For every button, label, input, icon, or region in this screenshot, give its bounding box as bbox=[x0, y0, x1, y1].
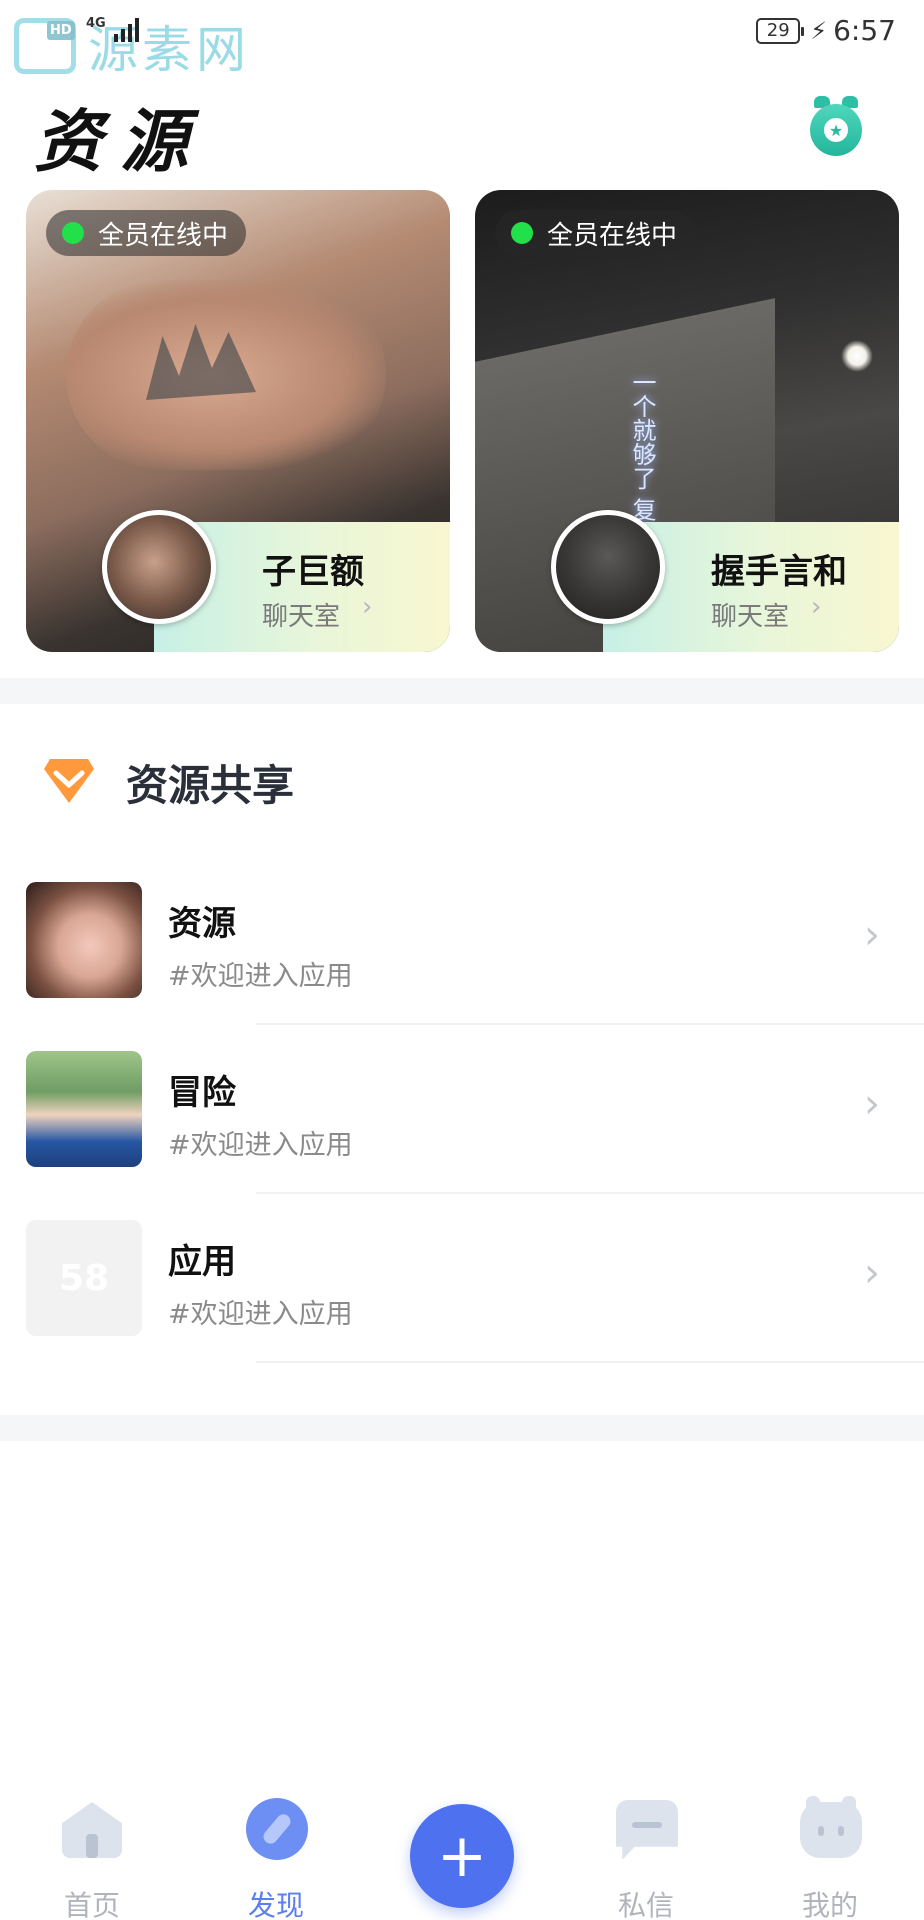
section-divider bbox=[0, 1415, 924, 1441]
item-divider bbox=[256, 1361, 924, 1363]
battery-icon: 29 bbox=[756, 17, 805, 44]
room-subtitle: 聊天室 bbox=[262, 602, 341, 632]
status-right: 29 ⚡ 6:57 bbox=[756, 14, 896, 47]
signal-icon bbox=[114, 18, 139, 42]
hd-badge: HD bbox=[47, 21, 75, 40]
nav-label: 私信 bbox=[617, 1889, 674, 1920]
online-status-text: 全员在线中 bbox=[547, 220, 678, 251]
plus-icon[interactable]: + bbox=[410, 1804, 514, 1908]
nav-label: 首页 bbox=[63, 1889, 120, 1920]
status-bar: HD 源素网 4G 29 ⚡ 6:57 bbox=[0, 0, 924, 79]
item-thumbnail bbox=[26, 882, 142, 998]
room-subtitle: 聊天室 bbox=[711, 602, 790, 632]
nav-label: 我的 bbox=[801, 1889, 858, 1920]
list-item[interactable]: 资源 #欢迎进入应用 › bbox=[0, 882, 924, 1050]
item-divider bbox=[256, 1192, 924, 1194]
chevron-right-icon: › bbox=[362, 592, 373, 622]
compass-icon bbox=[246, 1798, 308, 1860]
item-subtitle: #欢迎进入应用 bbox=[168, 1130, 353, 1161]
section-divider bbox=[0, 678, 924, 704]
chevron-right-icon: › bbox=[864, 912, 880, 958]
item-thumbnail: 58 bbox=[26, 1220, 142, 1336]
online-status-pill: 全员在线中 bbox=[495, 210, 696, 256]
diamond-chevron-icon bbox=[44, 759, 94, 803]
item-subtitle: #欢迎进入应用 bbox=[168, 1299, 353, 1330]
nav-messages[interactable]: 私信 bbox=[586, 1780, 706, 1920]
online-dot-icon bbox=[511, 222, 533, 244]
watermark-text: 源素网 bbox=[88, 21, 250, 79]
item-title: 资源 bbox=[168, 904, 236, 944]
section-title: 资源共享 bbox=[126, 761, 295, 810]
watermark-icon: HD bbox=[14, 18, 76, 74]
item-title: 应用 bbox=[168, 1242, 236, 1282]
online-status-pill: 全员在线中 bbox=[46, 210, 247, 256]
clock-time: 6:57 bbox=[833, 14, 896, 47]
nav-home[interactable]: 首页 bbox=[32, 1780, 152, 1920]
item-divider bbox=[256, 1023, 924, 1025]
room-name: 子巨额 bbox=[262, 552, 364, 592]
nav-label: 发现 bbox=[247, 1889, 304, 1920]
bottom-nav: 首页 发现 + 私信 我的 bbox=[0, 1780, 924, 1920]
room-avatar bbox=[102, 510, 216, 624]
message-icon bbox=[616, 1798, 678, 1860]
list-item[interactable]: 58 应用 #欢迎进入应用 › bbox=[0, 1220, 924, 1388]
room-avatar bbox=[551, 510, 665, 624]
profile-icon bbox=[800, 1796, 862, 1858]
nav-profile[interactable]: 我的 bbox=[770, 1780, 890, 1920]
item-subtitle: #欢迎进入应用 bbox=[168, 961, 353, 992]
list-item[interactable]: 冒险 #欢迎进入应用 › bbox=[0, 1051, 924, 1219]
page-title: 资源 bbox=[34, 102, 207, 182]
chevron-right-icon: › bbox=[811, 592, 822, 622]
chevron-right-icon: › bbox=[864, 1081, 880, 1127]
home-icon bbox=[62, 1798, 122, 1858]
room-card-1[interactable]: 全员在线中 子巨额 聊天室 › bbox=[26, 190, 450, 652]
lamp-light bbox=[841, 340, 873, 372]
online-dot-icon bbox=[62, 222, 84, 244]
online-status-text: 全员在线中 bbox=[98, 220, 229, 251]
nav-discover[interactable]: 发现 bbox=[216, 1780, 336, 1920]
item-title: 冒险 bbox=[168, 1073, 236, 1113]
network-type: 4G bbox=[86, 16, 106, 31]
chevron-right-icon: › bbox=[864, 1250, 880, 1296]
item-thumbnail bbox=[26, 1051, 142, 1167]
room-card-2[interactable]: 一个就够了 复杂世界里 全员在线中 握手言和 聊天室 › bbox=[475, 190, 899, 652]
charging-icon: ⚡ bbox=[810, 16, 828, 45]
alarm-clock-star-icon[interactable]: ★ bbox=[808, 96, 864, 156]
room-name: 握手言和 bbox=[711, 552, 847, 592]
